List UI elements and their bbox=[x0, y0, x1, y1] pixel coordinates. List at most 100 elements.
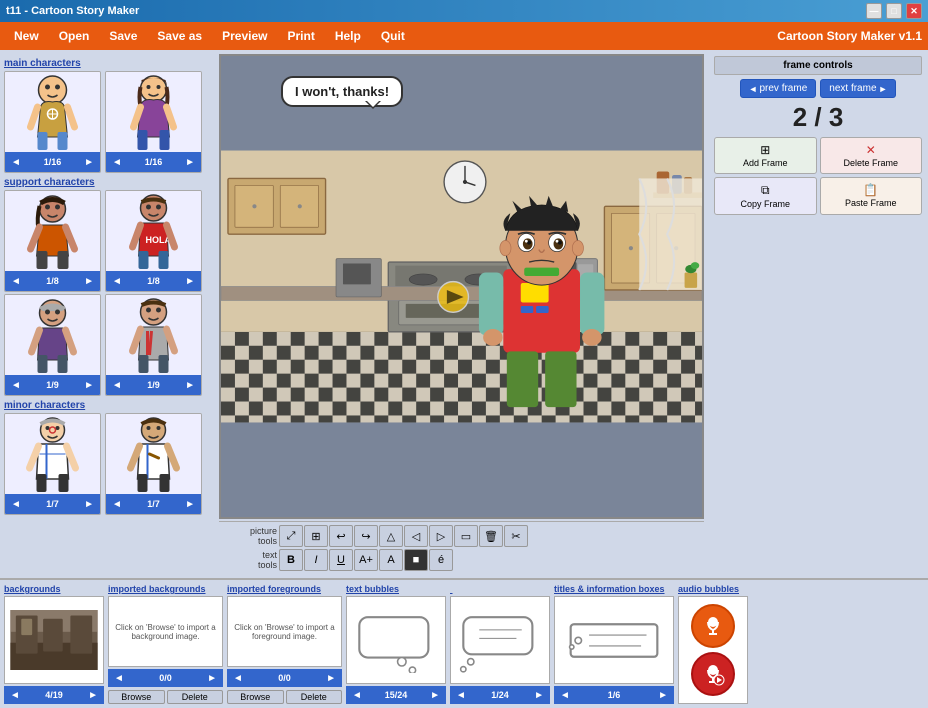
titles-prev[interactable]: ◄ bbox=[558, 690, 572, 701]
menu-open[interactable]: Open bbox=[51, 26, 98, 46]
imported-bg-thumb: Click on 'Browse' to import a background… bbox=[108, 596, 223, 667]
delete-frame-button[interactable]: ✕ Delete Frame bbox=[820, 137, 923, 174]
char-next-s2[interactable]: ► bbox=[183, 276, 197, 287]
char-img-support-1 bbox=[5, 191, 100, 271]
char-card-minor-1: ◄ 1/7 ► bbox=[4, 413, 101, 515]
tool-expand[interactable]: ⤢ bbox=[279, 525, 303, 547]
titles-next[interactable]: ► bbox=[656, 690, 670, 701]
tool-special-char[interactable]: é bbox=[429, 549, 453, 571]
ifg-prev[interactable]: ◄ bbox=[231, 673, 245, 684]
tool-font-smaller[interactable]: A bbox=[379, 549, 403, 571]
tool-resize[interactable]: ▭ bbox=[454, 525, 478, 547]
tool-grid[interactable]: ⊞ bbox=[304, 525, 328, 547]
bg-prev[interactable]: ◄ bbox=[8, 690, 22, 701]
audio-record-button[interactable] bbox=[691, 604, 735, 648]
tool-move[interactable]: ▷ bbox=[429, 525, 453, 547]
close-button[interactable]: ✕ bbox=[906, 3, 922, 19]
ifg-next[interactable]: ► bbox=[324, 673, 338, 684]
char-counter-m2: 1/7 bbox=[147, 499, 160, 509]
main-chars-label[interactable]: main characters bbox=[4, 58, 211, 69]
tool-bold[interactable]: B bbox=[279, 549, 303, 571]
char-card-main-2: ◄ 1/16 ► bbox=[105, 71, 202, 173]
titles-label[interactable]: titles & information boxes bbox=[554, 584, 674, 594]
ibg-prev[interactable]: ◄ bbox=[112, 673, 126, 684]
char-prev-m2[interactable]: ◄ bbox=[110, 499, 124, 510]
frame-counter: 2 / 3 bbox=[714, 102, 922, 133]
tb1-next[interactable]: ► bbox=[428, 690, 442, 701]
menu-new[interactable]: New bbox=[6, 26, 47, 46]
paste-frame-button[interactable]: 📋 Paste Frame bbox=[820, 177, 923, 215]
browse-fg-button[interactable]: Browse bbox=[227, 690, 284, 704]
support-chars-label[interactable]: support characters bbox=[4, 177, 211, 188]
tool-flip-v[interactable]: △ bbox=[379, 525, 403, 547]
prev-frame-button[interactable]: ◄ prev frame bbox=[740, 79, 817, 98]
delete-fg-button[interactable]: Delete bbox=[286, 690, 343, 704]
char-next-s4[interactable]: ► bbox=[183, 380, 197, 391]
char-nav-main-1: ◄ 1/16 ► bbox=[5, 152, 100, 172]
char-prev-s2[interactable]: ◄ bbox=[110, 276, 124, 287]
imported-fg-label[interactable]: imported foregrounds bbox=[227, 584, 342, 594]
audio-play-button[interactable] bbox=[691, 652, 735, 696]
menu-help[interactable]: Help bbox=[327, 26, 369, 46]
tb2-next[interactable]: ► bbox=[532, 690, 546, 701]
bg-next[interactable]: ► bbox=[86, 690, 100, 701]
tool-font-larger[interactable]: A+ bbox=[354, 549, 378, 571]
char-counter-main-2: 1/16 bbox=[145, 157, 163, 167]
menu-quit[interactable]: Quit bbox=[373, 26, 413, 46]
tool-underline[interactable]: U bbox=[329, 549, 353, 571]
char-prev-main-2[interactable]: ◄ bbox=[110, 157, 124, 168]
menu-preview[interactable]: Preview bbox=[214, 26, 275, 46]
char-card-main-1: ◄ 1/16 ► bbox=[4, 71, 101, 173]
menu-save[interactable]: Save bbox=[101, 26, 145, 46]
minimize-button[interactable]: — bbox=[866, 3, 882, 19]
audio-buttons bbox=[678, 596, 748, 704]
backgrounds-label[interactable]: backgrounds bbox=[4, 584, 104, 594]
tb2-prev[interactable]: ◄ bbox=[454, 690, 468, 701]
ibg-next[interactable]: ► bbox=[205, 673, 219, 684]
char-next-main-1[interactable]: ► bbox=[82, 157, 96, 168]
char-nav-minor-1: ◄ 1/7 ► bbox=[5, 494, 100, 514]
char-prev-s4[interactable]: ◄ bbox=[110, 380, 124, 391]
imported-bg-label[interactable]: imported backgrounds bbox=[108, 584, 223, 594]
imported-bg-text: Click on 'Browse' to import a background… bbox=[109, 619, 222, 645]
minor-chars-label[interactable]: minor characters bbox=[4, 400, 211, 411]
tool-color[interactable]: ■ bbox=[404, 549, 428, 571]
title-bar: t11 - Cartoon Story Maker — □ ✕ bbox=[0, 0, 928, 22]
bg-counter: 4/19 bbox=[45, 690, 63, 700]
tb1-prev[interactable]: ◄ bbox=[350, 690, 364, 701]
char-next-s3[interactable]: ► bbox=[82, 380, 96, 391]
text-bubbles2-label[interactable] bbox=[450, 584, 550, 594]
char-next-s1[interactable]: ► bbox=[82, 276, 96, 287]
add-frame-button[interactable]: ⊞ Add Frame bbox=[714, 137, 817, 174]
maximize-button[interactable]: □ bbox=[886, 3, 902, 19]
char-prev-main-1[interactable]: ◄ bbox=[9, 157, 23, 168]
char-prev-s1[interactable]: ◄ bbox=[9, 276, 23, 287]
next-frame-button[interactable]: next frame ► bbox=[820, 79, 896, 98]
audio-bubbles-label[interactable]: audio bubbles bbox=[678, 584, 748, 594]
imported-fg-nav: ◄ 0/0 ► bbox=[227, 669, 342, 687]
browse-bg-button[interactable]: Browse bbox=[108, 690, 165, 704]
tool-cut[interactable]: ✂ bbox=[504, 525, 528, 547]
char-prev-m1[interactable]: ◄ bbox=[9, 499, 23, 510]
tool-redo[interactable]: ↪ bbox=[354, 525, 378, 547]
text-bubbles2-section: ◄ 1/24 ► bbox=[450, 584, 550, 704]
picture-tools: ⤢ ⊞ ↩ ↪ △ ◁ ▷ ▭ 🗑 ✂ bbox=[279, 525, 528, 547]
char-next-m1[interactable]: ► bbox=[82, 499, 96, 510]
picture-tools-label: picturetools bbox=[222, 526, 277, 546]
menu-print[interactable]: Print bbox=[279, 26, 322, 46]
delete-bg-button[interactable]: Delete bbox=[167, 690, 224, 704]
frame-controls-label: frame controls bbox=[714, 56, 922, 75]
tool-italic[interactable]: I bbox=[304, 549, 328, 571]
tool-delete[interactable]: 🗑 bbox=[479, 525, 503, 547]
audio-bubbles-section: audio bubbles bbox=[678, 584, 748, 704]
copy-frame-button[interactable]: ⧉ Copy Frame bbox=[714, 177, 817, 215]
menu-saveas[interactable]: Save as bbox=[149, 26, 210, 46]
tool-undo[interactable]: ↩ bbox=[329, 525, 353, 547]
char-next-main-2[interactable]: ► bbox=[183, 157, 197, 168]
tool-flip-h[interactable]: ◁ bbox=[404, 525, 428, 547]
char-next-m2[interactable]: ► bbox=[183, 499, 197, 510]
text-bubbles-label[interactable]: text bubbles bbox=[346, 584, 446, 594]
window-title: t11 - Cartoon Story Maker bbox=[6, 5, 139, 17]
char-prev-s3[interactable]: ◄ bbox=[9, 380, 23, 391]
imported-bg-nav: ◄ 0/0 ► bbox=[108, 669, 223, 687]
